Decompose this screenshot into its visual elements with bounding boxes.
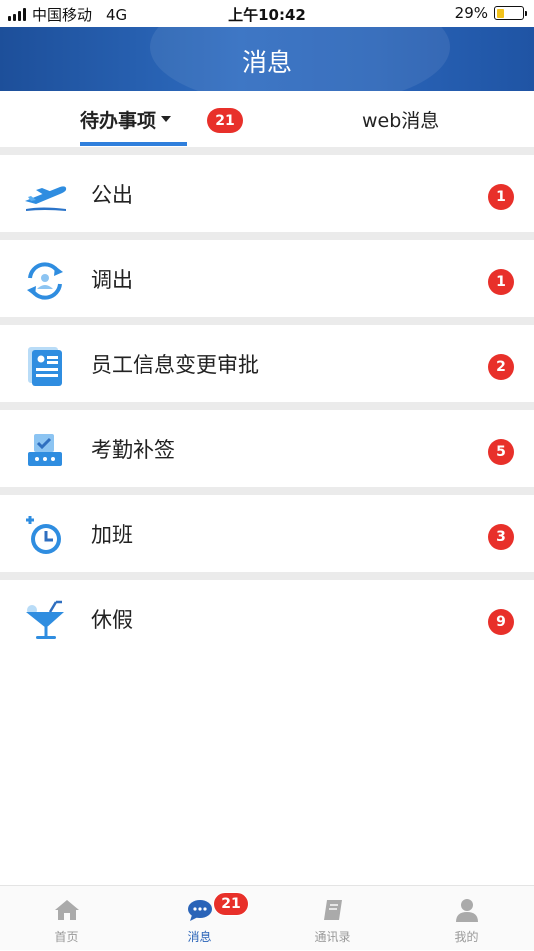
id-card-icon	[28, 347, 62, 386]
tab-todo-badge: 21	[207, 108, 243, 133]
nav-messages[interactable]: 消息 21	[133, 886, 266, 951]
list-item-employee-info-change[interactable]: 员工信息变更审批 2	[0, 317, 534, 402]
nav-messages-label: 消息	[187, 930, 212, 944]
count-badge: 3	[488, 524, 514, 550]
count-badge: 9	[488, 609, 514, 635]
home-icon	[54, 900, 79, 920]
bottom-nav: 首页 消息 21 通讯录 我的	[0, 885, 534, 950]
chat-bubble-icon	[187, 900, 212, 921]
count-badge: 1	[488, 184, 514, 210]
list-item-title: 休假	[91, 608, 133, 632]
list-item-leave[interactable]: 休假 9	[0, 572, 534, 657]
tab-web-label: web消息	[362, 109, 440, 132]
page-title: 消息	[241, 48, 292, 77]
nav-home[interactable]: 首页	[0, 886, 133, 951]
tab-active-indicator	[80, 142, 187, 146]
cocktail-icon	[26, 600, 64, 639]
list-item-title: 调出	[91, 268, 133, 292]
count-badge: 2	[488, 354, 514, 380]
battery-percent: 29%	[454, 4, 488, 22]
list-item-title: 公出	[91, 183, 133, 207]
person-icon	[455, 899, 478, 922]
todo-list: 公出 1 调出 1 员工信息变更审批 2 考勤补签 5 加班 3 休假 9	[0, 147, 534, 657]
caret-down-icon	[161, 116, 172, 122]
count-badge: 1	[488, 269, 514, 295]
nav-mine-label: 我的	[454, 930, 479, 944]
tab-bar: 待办事项 21 web消息	[0, 91, 534, 147]
count-badge: 5	[488, 439, 514, 465]
list-item-transfer-out[interactable]: 调出 1	[0, 232, 534, 317]
tab-todo[interactable]: 待办事项	[80, 91, 172, 147]
tab-todo-label: 待办事项	[80, 109, 157, 132]
list-item-overtime[interactable]: 加班 3	[0, 487, 534, 572]
nav-mine[interactable]: 我的	[400, 886, 533, 951]
list-item-attendance-resign[interactable]: 考勤补签 5	[0, 402, 534, 487]
list-item-title: 加班	[91, 523, 133, 547]
list-item-title: 员工信息变更审批	[91, 353, 259, 377]
list-item-title: 考勤补签	[91, 438, 175, 462]
transfer-person-icon	[27, 262, 63, 300]
attendance-icon	[28, 434, 62, 466]
nav-messages-badge: 21	[213, 892, 249, 916]
nav-home-label: 首页	[54, 930, 79, 944]
airplane-icon	[25, 186, 67, 211]
battery-icon	[494, 6, 527, 20]
header-bar: 消息	[0, 27, 534, 91]
status-bar: 中国移动 4G 上午10:42 29%	[0, 0, 534, 27]
nav-contacts-label: 通讯录	[314, 930, 351, 944]
tab-web-messages[interactable]: web消息	[362, 91, 439, 147]
clock-plus-icon	[26, 516, 61, 554]
address-book-icon	[323, 900, 342, 920]
nav-contacts[interactable]: 通讯录	[266, 886, 399, 951]
list-item-business-trip[interactable]: 公出 1	[0, 147, 534, 232]
